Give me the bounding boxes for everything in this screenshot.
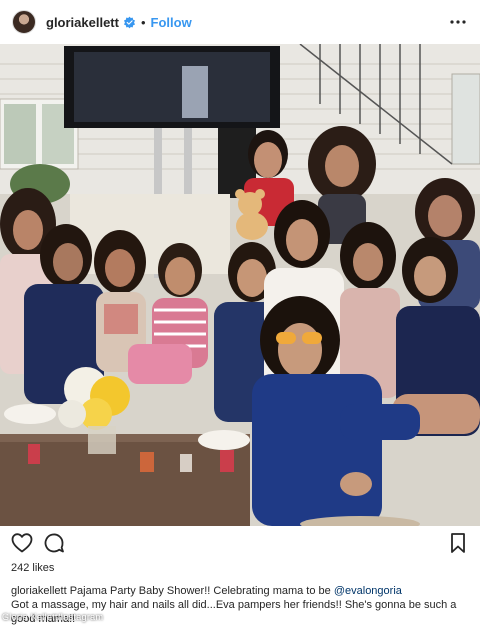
heart-icon[interactable] (10, 531, 34, 555)
verified-badge-icon (123, 16, 135, 28)
comment-icon[interactable] (42, 531, 66, 555)
likes-count[interactable]: 242 likes (11, 562, 54, 574)
photo-credit: Gloria Kellett/Instagram (2, 612, 104, 622)
follow-button[interactable]: Follow (151, 15, 192, 30)
more-options-icon[interactable] (448, 12, 468, 32)
caption-username[interactable]: gloriakellett (11, 585, 67, 597)
username[interactable]: gloriakellett (46, 15, 119, 30)
post-header: gloriakellett • Follow (0, 0, 480, 44)
avatar[interactable] (12, 10, 36, 34)
caption-mention[interactable]: @evalongoria (334, 585, 402, 597)
post-photo[interactable] (0, 44, 480, 526)
bookmark-icon[interactable] (446, 531, 470, 555)
separator-dot: • (140, 14, 146, 30)
post-actions (0, 531, 480, 559)
caption-text: Pajama Party Baby Shower!! Celebrating m… (69, 585, 331, 597)
